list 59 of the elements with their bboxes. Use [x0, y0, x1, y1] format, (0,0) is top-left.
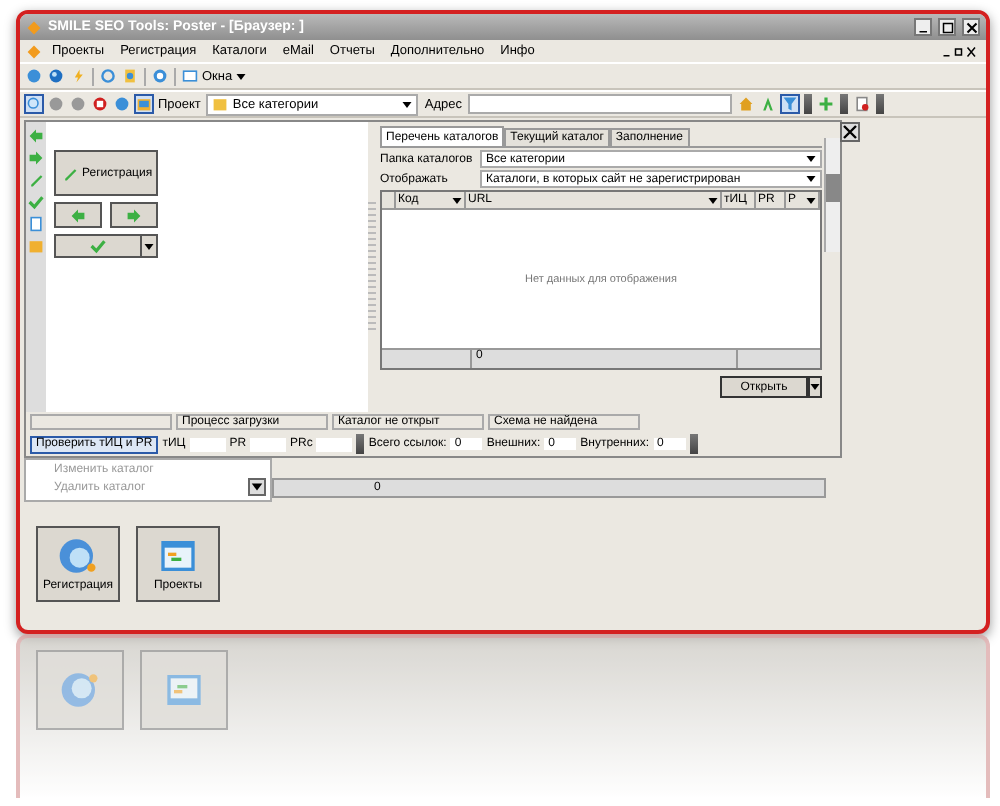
caret-icon [806, 197, 816, 203]
close-icon[interactable] [840, 122, 860, 142]
document-icon[interactable] [122, 68, 138, 84]
document-icon[interactable] [854, 96, 871, 112]
caret-icon [708, 197, 718, 203]
folder-icon[interactable] [136, 96, 152, 112]
open-menu-button[interactable] [808, 376, 822, 398]
document-icon[interactable] [28, 216, 44, 232]
caret-icon [806, 176, 816, 182]
spreadsheet-icon [158, 536, 198, 576]
dropdown-button[interactable] [142, 234, 158, 258]
check-icon [90, 238, 106, 254]
caret-icon [810, 384, 820, 390]
arrow-left-icon[interactable] [28, 128, 44, 144]
mdi-controls-icon[interactable] [940, 45, 980, 57]
arrow-right-icon [126, 207, 142, 223]
circle-icon[interactable] [70, 96, 86, 112]
folder-icon[interactable] [28, 238, 44, 254]
dropdown-arrow-icon[interactable] [248, 478, 266, 496]
arrow-right-icon[interactable] [28, 150, 44, 166]
maximize-button[interactable] [938, 18, 956, 36]
house-icon[interactable] [738, 96, 755, 112]
pencil-icon[interactable] [28, 172, 44, 188]
plus-icon[interactable] [818, 96, 835, 112]
address-field[interactable] [468, 94, 733, 114]
minimize-button[interactable] [914, 18, 932, 36]
circle-icon[interactable] [48, 96, 64, 112]
close-icon [965, 21, 977, 33]
window-icon [182, 68, 198, 84]
refresh-icon[interactable] [100, 68, 116, 84]
filter-icon[interactable] [782, 96, 799, 112]
stop-icon[interactable] [92, 96, 108, 112]
globe-icon[interactable] [114, 96, 130, 112]
caret-icon [402, 101, 413, 107]
maximize-icon [941, 21, 953, 33]
back-button[interactable] [54, 202, 102, 228]
confirm-button[interactable] [54, 234, 142, 258]
spreadsheet-icon [164, 670, 204, 710]
search-icon[interactable] [26, 96, 42, 112]
pencil-icon [62, 165, 78, 181]
folder-icon [212, 96, 229, 112]
check-icon[interactable] [28, 194, 44, 210]
lightning-icon[interactable] [70, 68, 86, 84]
scrollbar[interactable] [824, 138, 840, 252]
arrow-left-icon [70, 207, 86, 223]
globe-icon[interactable] [152, 68, 168, 84]
close-button[interactable] [962, 18, 980, 36]
input-field[interactable] [250, 437, 287, 451]
input-field[interactable] [316, 437, 353, 451]
caret-icon [806, 156, 816, 162]
letter-icon[interactable] [760, 96, 777, 112]
status-panel [30, 414, 172, 430]
input-field[interactable] [189, 437, 226, 451]
caret-icon [452, 197, 462, 203]
globe-icon [58, 536, 98, 576]
caret-icon [144, 243, 154, 249]
caret-icon [236, 73, 247, 79]
forward-button[interactable] [110, 202, 158, 228]
globe-icon [60, 670, 100, 710]
